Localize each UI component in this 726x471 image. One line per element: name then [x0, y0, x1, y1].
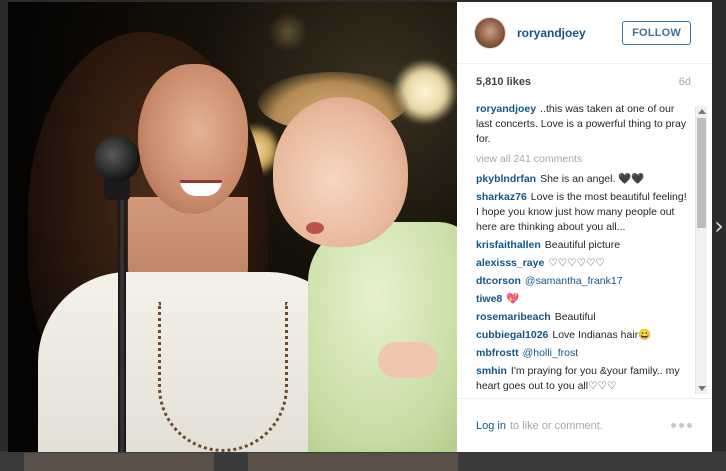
comment-username[interactable]: krisfaithallen: [476, 239, 541, 251]
comment-item: cubbiegal1026 Love Indianas hair😀: [476, 328, 692, 343]
comment-text: Beautiful picture: [544, 239, 621, 251]
comment-mention[interactable]: @samantha_frank17: [525, 275, 623, 287]
comment-text: Love Indianas hair😀: [552, 329, 652, 341]
chevron-right-icon[interactable]: ›: [712, 213, 726, 239]
dot: [679, 423, 684, 428]
login-link[interactable]: Log in: [476, 420, 506, 432]
comment-item: smhin I'm praying for you &your family.. …: [476, 364, 692, 394]
scroll-down-icon[interactable]: [698, 386, 706, 391]
dot: [671, 423, 676, 428]
comment-username[interactable]: sharkaz76: [476, 191, 527, 203]
dot: [687, 423, 692, 428]
comment-username[interactable]: pkyblndrfan: [476, 173, 536, 185]
comments-area: roryandjoey ..this was taken at one of ou…: [457, 100, 712, 398]
comment-text: Beautiful: [554, 311, 596, 323]
comment-username[interactable]: smhin: [476, 365, 507, 377]
post-age[interactable]: 6d: [679, 76, 691, 88]
comment-username[interactable]: tiwe8: [476, 293, 502, 305]
likes-count[interactable]: 5,810 likes: [476, 76, 531, 88]
comment-container: pkyblndrfan She is an angel. 🖤🖤 sharkaz76 L…: [476, 172, 692, 394]
comment-item: rosemaribeach Beautiful: [476, 310, 692, 325]
comment-mention[interactable]: @holli_frost: [523, 347, 579, 359]
scroll-up-icon[interactable]: [698, 109, 706, 114]
comment-text: ♡♡♡♡♡♡: [548, 257, 605, 269]
caption: roryandjoey ..this was taken at one of ou…: [476, 102, 692, 147]
comment-item: sharkaz76 Love is the most beautiful feel…: [476, 190, 692, 235]
comment-username[interactable]: mbfrostt: [476, 347, 519, 359]
follow-button[interactable]: FOLLOW: [622, 20, 691, 45]
comment-username[interactable]: dtcorson: [476, 275, 521, 287]
baby-mouth: [306, 222, 324, 234]
post-modal: roryandjoey FOLLOW 5,810 likes 6d roryan…: [8, 2, 712, 452]
comment-item: pkyblndrfan She is an angel. 🖤🖤: [476, 172, 692, 187]
post-meta: 5,810 likes 6d: [457, 64, 712, 100]
baby-hand: [378, 342, 438, 378]
comment-text: She is an angel. 🖤🖤: [540, 173, 645, 185]
view-all-comments-link[interactable]: view all 241 comments: [476, 152, 692, 167]
microphone-icon: [94, 136, 140, 182]
comment-username[interactable]: cubbiegal1026: [476, 329, 548, 341]
comment-item: alexisss_raye ♡♡♡♡♡♡: [476, 256, 692, 271]
scroll-thumb[interactable]: [697, 118, 706, 228]
necklace: [158, 302, 288, 452]
comment-item: dtcorson @samantha_frank17: [476, 274, 692, 289]
post-photo: [8, 2, 457, 452]
bokeh-light: [268, 12, 308, 52]
avatar[interactable]: [474, 16, 506, 49]
comment-item: tiwe8 💖: [476, 292, 692, 307]
post-footer: Log in to like or comment.: [457, 398, 712, 452]
microphone-stand: [118, 162, 126, 452]
backdrop-thumbnail[interactable]: [24, 453, 214, 471]
comment-username[interactable]: alexisss_raye: [476, 257, 544, 269]
comments-scrollbar[interactable]: [695, 106, 707, 394]
baby-outfit: [308, 222, 457, 452]
post-sidebar: roryandjoey FOLLOW 5,810 likes 6d roryan…: [457, 2, 712, 452]
backdrop-thumbnail[interactable]: [248, 453, 458, 471]
username-link[interactable]: roryandjoey: [517, 26, 586, 40]
caption-username[interactable]: roryandjoey: [476, 103, 536, 115]
comment-text: 💖: [506, 293, 520, 305]
comment-item: mbfrostt @holli_frost: [476, 346, 692, 361]
comments-list: roryandjoey ..this was taken at one of ou…: [457, 100, 712, 398]
login-prompt-text: to like or comment.: [509, 419, 603, 432]
more-options-icon[interactable]: [671, 423, 692, 428]
post-header: roryandjoey FOLLOW: [457, 2, 712, 64]
baby-face: [273, 97, 408, 247]
comment-item: krisfaithallen Beautiful picture: [476, 238, 692, 253]
comment-username[interactable]: rosemaribeach: [476, 311, 551, 323]
